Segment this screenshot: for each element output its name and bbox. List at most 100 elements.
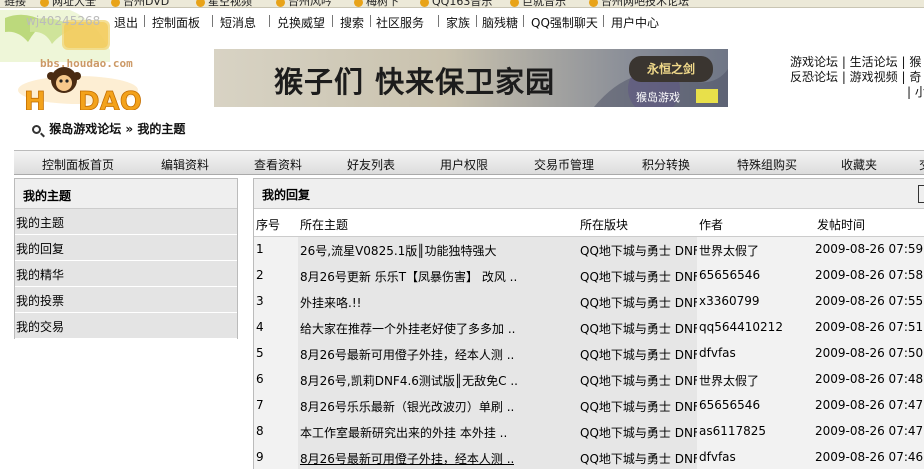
short-message-link[interactable]: 短消息 xyxy=(220,14,256,31)
link-item-3[interactable]: 星空视频 xyxy=(196,0,252,7)
row-number: 2 xyxy=(256,268,264,282)
tab-edit-profile[interactable]: 编辑资料 xyxy=(161,156,209,173)
row-author-link[interactable]: 65656546 xyxy=(699,268,760,282)
ie-page-icon xyxy=(420,0,429,7)
search-icon xyxy=(32,125,41,134)
table-row: 5 8月26号最新可用僜子外挂，经本人测 .. QQ地下城与勇士 DNF dfvfas… xyxy=(254,341,924,367)
col-time: 发帖时间 xyxy=(817,218,866,232)
sidebar-item-my-replies[interactable]: 我的回复 xyxy=(15,235,237,261)
right-quick-links[interactable]: 游戏论坛 | 生活论坛 | 猴 反恐论坛 | 游戏视频 | 奇 | 小 xyxy=(790,55,924,100)
row-post-time: 2009-08-26 07:55 xyxy=(815,294,924,308)
separator xyxy=(212,15,213,27)
logout-link[interactable]: 退出 xyxy=(114,14,138,31)
tab-trade[interactable]: 交 xyxy=(919,156,924,173)
separator xyxy=(476,15,477,27)
row-board-link[interactable]: QQ地下城与勇士 DNF xyxy=(580,424,697,441)
tab-special-group[interactable]: 特殊组购买 xyxy=(737,156,797,173)
breadcrumb-forum[interactable]: 猴岛游戏论坛 xyxy=(49,122,121,136)
tab-favorites[interactable]: 收藏夹 xyxy=(841,156,877,173)
row-post-time: 2009-08-26 07:46 xyxy=(815,450,924,464)
row-author-link[interactable]: 65656546 xyxy=(699,398,760,412)
tab-currency[interactable]: 交易币管理 xyxy=(534,156,594,173)
link-item-4[interactable]: 台州风吟 xyxy=(276,0,332,7)
row-author-link[interactable]: 世界太假了 xyxy=(699,372,759,389)
tab-cp-home[interactable]: 控制面板首页 xyxy=(42,156,114,173)
row-author-link[interactable]: as6117825 xyxy=(699,424,766,438)
row-author-link[interactable]: x3360799 xyxy=(699,294,760,308)
separator xyxy=(523,15,524,27)
row-board-link[interactable]: QQ地下城与勇士 DNF xyxy=(580,398,697,415)
link-item-7[interactable]: 巨就音乐 xyxy=(510,0,566,7)
separator xyxy=(603,15,604,27)
breadcrumb-separator: » xyxy=(125,122,134,136)
link-item-8[interactable]: 台州网吧技术论坛 xyxy=(589,0,689,7)
row-number: 1 xyxy=(256,242,264,256)
row-topic-link[interactable]: 给大家在推荐一个外挂老好使了多多加 .. xyxy=(300,320,515,337)
sidebar-item-my-trades[interactable]: 我的交易 xyxy=(15,313,237,339)
ie-page-icon xyxy=(40,0,49,7)
row-board-link[interactable]: QQ地下城与勇士 DNF xyxy=(580,320,697,337)
separator xyxy=(144,15,145,27)
community-service-link[interactable]: 社区服务 xyxy=(376,14,424,31)
row-author-link[interactable]: qq564410212 xyxy=(699,320,783,334)
row-number: 7 xyxy=(256,398,264,412)
breadcrumb-current: 我的主题 xyxy=(137,122,186,136)
banner-subtitle: 猴岛游戏 xyxy=(636,91,680,104)
tab-view-profile[interactable]: 查看资料 xyxy=(254,156,302,173)
family-link[interactable]: 家族 xyxy=(446,14,470,31)
table-row: 9 8月26号最新可用僜子外挂，经本人测 .. QQ地下城与勇士 DNF dfvfas… xyxy=(254,445,924,469)
link-item-2[interactable]: 台州DVD xyxy=(111,0,169,7)
username[interactable]: wj40245268 xyxy=(26,14,100,28)
row-topic-link[interactable]: 8月26号最新可用僜子外挂，经本人测 .. xyxy=(300,346,514,363)
row-board-link[interactable]: QQ地下城与勇士 DNF xyxy=(580,372,697,389)
table-row: 1 26号,流星V0825.1版║功能独特强大 QQ地下城与勇士 DNF 世界太假了 2… xyxy=(254,237,924,263)
quick-links-line-3[interactable]: | 小 xyxy=(790,85,924,100)
row-topic-link[interactable]: 8月26号,凯莉DNF4.6测试版║无敌免C .. xyxy=(300,372,518,389)
site-url[interactable]: bbs.houdao.com xyxy=(40,57,133,70)
table-header: 序号 所在主题 所在版块 作者 发帖时间 xyxy=(254,211,924,237)
qq-chat-link[interactable]: QQ强制聊天 xyxy=(531,14,598,31)
quick-links-line-1[interactable]: 游戏论坛 | 生活论坛 | 猴 xyxy=(790,55,924,70)
col-author: 作者 xyxy=(699,218,724,232)
row-author-link[interactable]: 世界太假了 xyxy=(699,242,759,259)
sidebar-item-my-votes[interactable]: 我的投票 xyxy=(15,287,237,313)
panel-control[interactable] xyxy=(918,185,924,203)
row-topic-link[interactable]: 外挂来咯.!! xyxy=(300,294,361,311)
tab-points-convert[interactable]: 积分转换 xyxy=(642,156,690,173)
tab-friends[interactable]: 好友列表 xyxy=(347,156,395,173)
row-board-link[interactable]: QQ地下城与勇士 DNF xyxy=(580,346,697,363)
row-topic-link[interactable]: 8月26号最新可用僜子外挂，经本人测 .. xyxy=(300,450,514,467)
table-row: 4 给大家在推荐一个外挂老好使了多多加 .. QQ地下城与勇士 DNF qq56441… xyxy=(254,315,924,341)
quick-links-line-2[interactable]: 反恐论坛 | 游戏视频 | 奇 xyxy=(790,70,924,85)
table-row: 2 8月26号更新 乐乐T【凤暴伤害】 改风 .. QQ地下城与勇士 DNF 6565… xyxy=(254,263,924,289)
sidebar-item-my-digest[interactable]: 我的精华 xyxy=(15,261,237,287)
control-panel-link[interactable]: 控制面板 xyxy=(152,14,200,31)
table-row: 3 外挂来咯.!! QQ地下城与勇士 DNF x3360799 2009-08-26 0… xyxy=(254,289,924,315)
row-author-link[interactable]: dfvfas xyxy=(699,450,736,464)
table-row: 6 8月26号,凯莉DNF4.6测试版║无敌免C .. QQ地下城与勇士 DNF 世界… xyxy=(254,367,924,393)
search-link[interactable]: 搜索 xyxy=(340,14,364,31)
row-topic-link[interactable]: 8月26号更新 乐乐T【凤暴伤害】 改风 .. xyxy=(300,268,517,285)
banner-ad[interactable]: 猴子们 快来保卫家园 永恒之剑 猴岛游戏 xyxy=(214,49,728,107)
separator xyxy=(370,15,371,27)
link-item-1[interactable]: 网址大全 xyxy=(40,0,96,7)
row-author-link[interactable]: dfvfas xyxy=(699,346,736,360)
exchange-prestige-link[interactable]: 兑换威望 xyxy=(277,14,325,31)
row-topic-link[interactable]: 26号,流星V0825.1版║功能独特强大 xyxy=(300,242,497,259)
row-topic-link[interactable]: 8月26号乐乐最新（银光改波刃）单刷 .. xyxy=(300,398,514,415)
sidebar: 我的主题 我的主题 我的回复 我的精华 我的投票 我的交易 xyxy=(14,178,238,339)
row-board-link[interactable]: QQ地下城与勇士 DNF xyxy=(580,294,697,311)
tab-permissions[interactable]: 用户权限 xyxy=(440,156,488,173)
row-board-link[interactable]: QQ地下城与勇士 DNF xyxy=(580,268,697,285)
row-board-link[interactable]: QQ地下城与勇士 DNF xyxy=(580,450,697,467)
link-item-6[interactable]: QQ163音乐 xyxy=(420,0,492,7)
ie-page-icon xyxy=(196,0,205,7)
candy-link[interactable]: 脑残糖 xyxy=(482,14,518,31)
row-board-link[interactable]: QQ地下城与勇士 DNF xyxy=(580,242,697,259)
row-topic-link[interactable]: 本工作室最新研究出来的外挂 本外挂 .. xyxy=(300,424,507,441)
link-item-5[interactable]: 梅树下 xyxy=(354,0,399,7)
svg-text:DAO: DAO xyxy=(78,87,142,110)
user-center-link[interactable]: 用户中心 xyxy=(611,14,659,31)
sidebar-item-my-topics[interactable]: 我的主题 xyxy=(15,209,237,235)
links-label: 链接 xyxy=(4,0,26,8)
